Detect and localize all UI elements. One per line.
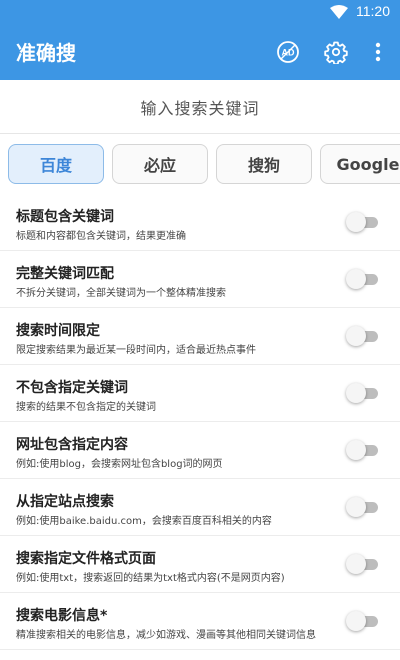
ad-icon-label: AD xyxy=(282,48,295,58)
settings-gear-icon[interactable] xyxy=(324,40,348,64)
engine-tabs: 百度 必应 搜狗 Google xyxy=(0,134,400,194)
option-toggle[interactable] xyxy=(346,326,378,346)
more-options-icon[interactable] xyxy=(368,40,388,64)
option-row: 不包含指定关键词 搜索的结果不包含指定的关键词 xyxy=(0,365,400,422)
app-title: 准确搜 xyxy=(16,41,76,65)
option-toggle[interactable] xyxy=(346,269,378,289)
option-desc: 不拆分关键词，全部关键词为一个整体精准搜索 xyxy=(16,288,226,299)
option-desc: 标题和内容都包含关键词，结果更准确 xyxy=(16,231,186,242)
engine-tab-baidu[interactable]: 百度 xyxy=(8,144,104,184)
engine-tab-sogou[interactable]: 搜狗 xyxy=(216,144,312,184)
status-bar: 11:20 xyxy=(0,0,400,24)
option-row: 从指定站点搜索 例如:使用baike.baidu.com，会搜索百度百科相关的内… xyxy=(0,479,400,536)
option-desc: 例如:使用baike.baidu.com，会搜索百度百科相关的内容 xyxy=(16,516,272,527)
option-title: 搜索指定文件格式页面 xyxy=(16,551,156,567)
option-title: 搜索时间限定 xyxy=(16,323,100,339)
app-bar: 准确搜 AD xyxy=(0,24,400,80)
engine-tab-google[interactable]: Google xyxy=(320,144,400,184)
option-toggle[interactable] xyxy=(346,611,378,631)
option-title: 搜索电影信息* xyxy=(16,608,108,624)
wifi-icon xyxy=(330,5,348,19)
option-toggle[interactable] xyxy=(346,497,378,517)
option-toggle[interactable] xyxy=(346,212,378,232)
option-desc: 搜索的结果不包含指定的关键词 xyxy=(16,402,156,413)
option-row: 搜索电影信息* 精准搜索相关的电影信息，减少如游戏、漫画等其他相同关键词信息 xyxy=(0,593,400,650)
engine-tab-bing[interactable]: 必应 xyxy=(112,144,208,184)
option-toggle[interactable] xyxy=(346,554,378,574)
ad-block-icon[interactable]: AD xyxy=(276,40,300,64)
option-title: 完整关键词匹配 xyxy=(16,266,114,282)
option-desc: 例如:使用blog，会搜索网址包含blog词的网页 xyxy=(16,459,223,470)
option-title: 网址包含指定内容 xyxy=(16,437,128,453)
option-desc: 例如:使用txt，搜索返回的结果为txt格式内容(不是网页内容) xyxy=(16,573,285,584)
option-desc: 限定搜索结果为最近某一段时间内，适合最近热点事件 xyxy=(16,345,256,356)
option-row: 搜索指定文件格式页面 例如:使用txt，搜索返回的结果为txt格式内容(不是网页… xyxy=(0,536,400,593)
option-desc: 精准搜索相关的电影信息，减少如游戏、漫画等其他相同关键词信息 xyxy=(16,630,316,641)
option-title: 不包含指定关键词 xyxy=(16,380,128,396)
search-input[interactable]: 输入搜索关键词 xyxy=(0,80,400,134)
option-title: 从指定站点搜索 xyxy=(16,494,114,510)
option-row: 搜索时间限定 限定搜索结果为最近某一段时间内，适合最近热点事件 xyxy=(0,308,400,365)
option-row: 完整关键词匹配 不拆分关键词，全部关键词为一个整体精准搜索 xyxy=(0,251,400,308)
option-row: 标题包含关键词 标题和内容都包含关键词，结果更准确 xyxy=(0,194,400,251)
option-toggle[interactable] xyxy=(346,440,378,460)
status-time: 11:20 xyxy=(356,3,390,19)
search-placeholder: 输入搜索关键词 xyxy=(140,98,260,118)
option-toggle[interactable] xyxy=(346,383,378,403)
option-title: 标题包含关键词 xyxy=(16,209,114,225)
option-row: 网址包含指定内容 例如:使用blog，会搜索网址包含blog词的网页 xyxy=(0,422,400,479)
